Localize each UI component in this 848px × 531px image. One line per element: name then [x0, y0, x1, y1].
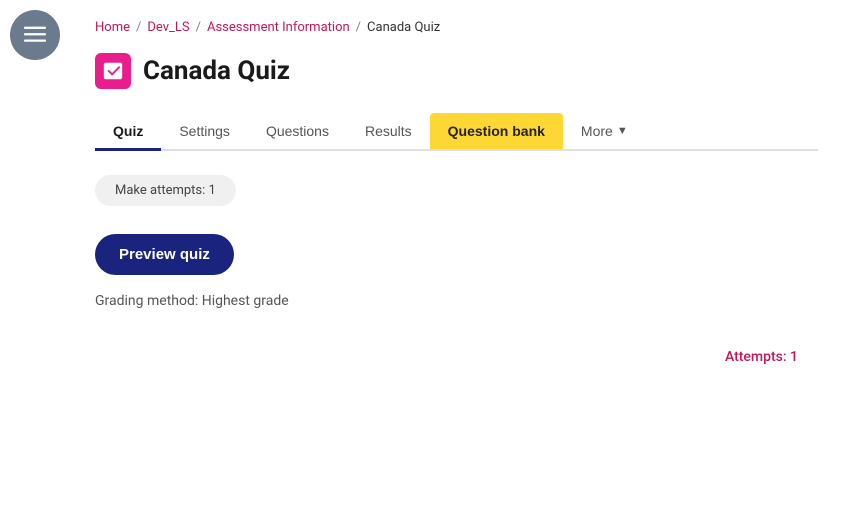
quiz-icon: [95, 53, 131, 89]
tab-questions[interactable]: Questions: [248, 113, 347, 149]
breadcrumb-sep-2: /: [196, 20, 201, 35]
breadcrumb-sep-1: /: [136, 20, 141, 35]
tab-more[interactable]: More ▼: [563, 113, 646, 149]
attempts-label: Attempts: 1: [725, 349, 798, 365]
tab-quiz[interactable]: Quiz: [95, 113, 161, 149]
hamburger-icon: [24, 23, 46, 48]
page-title: Canada Quiz: [143, 56, 290, 86]
tabs-container: Quiz Settings Questions Results Question…: [95, 113, 818, 151]
attempts-row: Attempts: 1: [95, 349, 818, 365]
tab-settings[interactable]: Settings: [161, 113, 248, 149]
breadcrumb-current: Canada Quiz: [367, 20, 440, 35]
preview-quiz-button[interactable]: Preview quiz: [95, 234, 234, 275]
breadcrumb-sep-3: /: [356, 20, 361, 35]
breadcrumb-home[interactable]: Home: [95, 20, 130, 35]
tab-question-bank[interactable]: Question bank: [430, 113, 563, 149]
tab-results[interactable]: Results: [347, 113, 430, 149]
tab-more-label: More: [581, 123, 613, 139]
attempt-banner: Make attempts: 1: [95, 175, 236, 206]
sidebar-toggle-button[interactable]: [10, 10, 60, 60]
attempt-banner-text: Make attempts: 1: [115, 183, 216, 198]
chevron-down-icon: ▼: [617, 125, 628, 137]
breadcrumb: Home / Dev_LS / Assessment Information /…: [95, 20, 818, 35]
breadcrumb-devls[interactable]: Dev_LS: [147, 20, 189, 35]
grading-method-text: Grading method: Highest grade: [95, 293, 818, 309]
breadcrumb-assessment[interactable]: Assessment Information: [207, 20, 350, 35]
page-title-row: Canada Quiz: [95, 53, 818, 89]
main-content: Home / Dev_LS / Assessment Information /…: [65, 0, 848, 385]
